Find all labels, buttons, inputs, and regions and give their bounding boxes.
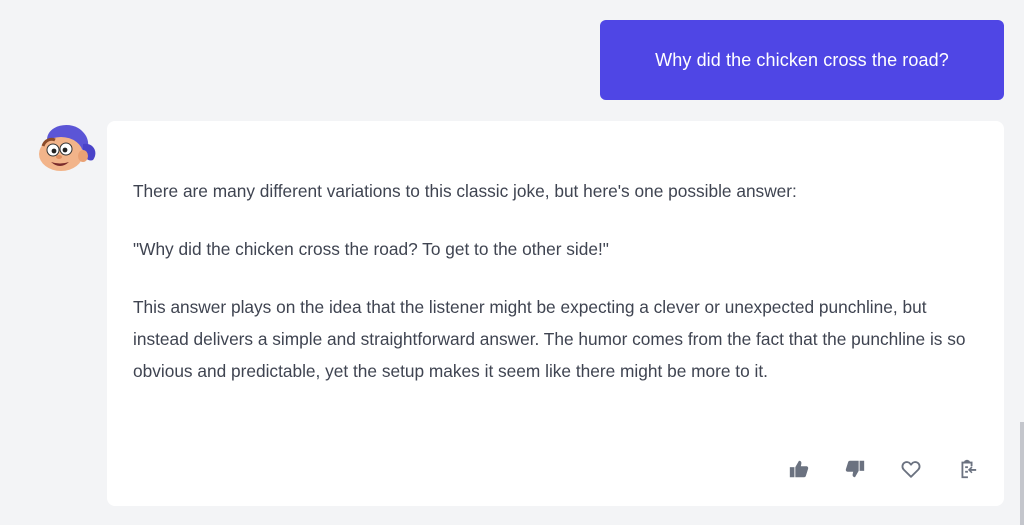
assistant-paragraph: This answer plays on the idea that the l… — [133, 297, 966, 381]
scrollbar[interactable] — [1020, 422, 1024, 525]
heart-icon[interactable] — [900, 458, 922, 480]
cartoon-boy-avatar-icon — [39, 125, 96, 171]
assistant-message-text: There are many different variations to t… — [133, 175, 983, 387]
assistant-avatar — [33, 118, 97, 172]
message-actions — [788, 458, 978, 480]
assistant-paragraph: "Why did the chicken cross the road? To … — [133, 239, 609, 259]
thumbs-down-icon[interactable] — [844, 458, 866, 480]
thumbs-up-icon[interactable] — [788, 458, 810, 480]
clipboard-icon[interactable] — [956, 458, 978, 480]
assistant-paragraph: There are many different variations to t… — [133, 181, 797, 201]
user-message-bubble: Why did the chicken cross the road? — [600, 20, 1004, 100]
user-message-text: Why did the chicken cross the road? — [655, 49, 949, 70]
assistant-message-card: There are many different variations to t… — [107, 121, 1004, 506]
